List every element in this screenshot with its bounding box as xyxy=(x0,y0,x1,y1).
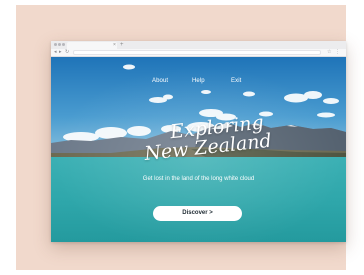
reload-icon[interactable]: ↻ xyxy=(65,49,69,56)
nav-link-help[interactable]: Help xyxy=(192,78,205,84)
minimize-window-dot[interactable] xyxy=(58,43,61,46)
address-bar[interactable] xyxy=(73,50,321,55)
tab-close-icon[interactable]: × xyxy=(113,41,116,49)
browser-tab[interactable] xyxy=(67,42,117,49)
forward-arrow-icon[interactable]: ▸ xyxy=(59,49,62,56)
browser-titlebar: × + xyxy=(51,41,346,49)
menu-icon[interactable]: ⋮ xyxy=(335,49,340,56)
zoom-window-dot[interactable] xyxy=(62,43,65,46)
new-tab-icon[interactable]: + xyxy=(120,41,124,49)
discover-button[interactable]: Discover > xyxy=(153,206,242,221)
star-icon[interactable]: ☆ xyxy=(327,49,331,56)
nav-link-exit[interactable]: Exit xyxy=(231,78,241,84)
nav-link-about[interactable]: About xyxy=(152,78,168,84)
site-nav: About Help Exit xyxy=(51,78,346,88)
browser-window: × + ◂ ▸ ↻ ☆ ⋮ About Help Exit Exploring … xyxy=(51,41,346,242)
back-arrow-icon[interactable]: ◂ xyxy=(54,49,57,56)
hero-section: About Help Exit Exploring New Zealand Ge… xyxy=(51,57,346,242)
close-window-dot[interactable] xyxy=(54,43,57,46)
hero-tagline: Get lost in the land of the long white c… xyxy=(142,176,255,182)
browser-toolbar: ◂ ▸ ↻ ☆ ⋮ xyxy=(51,49,346,57)
